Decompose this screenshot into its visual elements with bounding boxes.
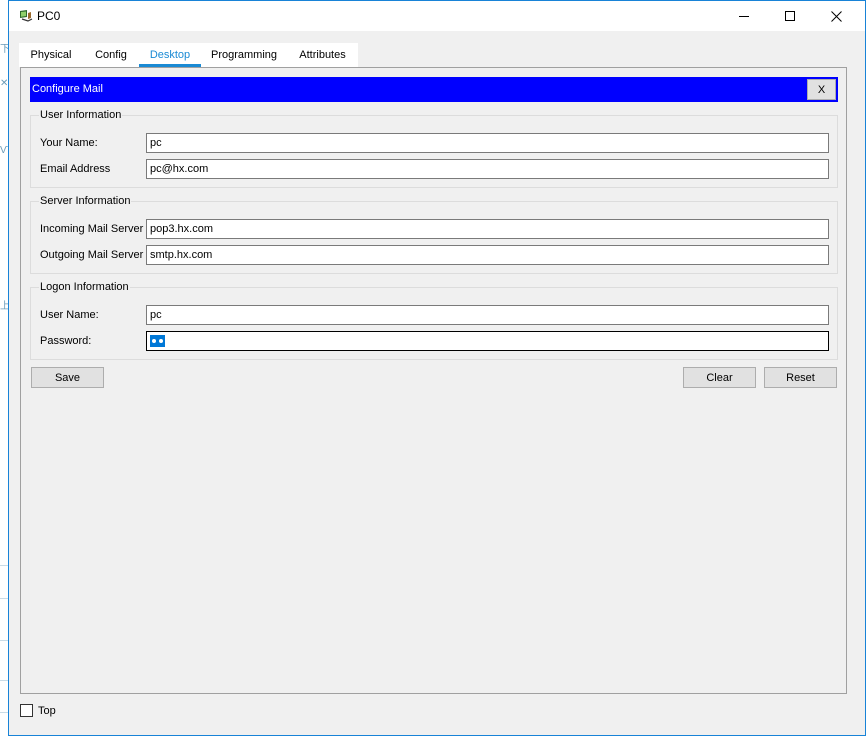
clear-button[interactable]: Clear [683, 367, 756, 388]
your-name-input[interactable]: pc [146, 133, 829, 153]
background-glyph: 下 [0, 44, 10, 55]
configure-mail-panel: Configure Mail X User Information Your N… [20, 67, 847, 694]
outgoing-mail-server-input[interactable]: smtp.hx.com [146, 245, 829, 265]
close-window-button[interactable] [813, 1, 859, 31]
background-glyph: 上 [0, 301, 10, 312]
background-app-edge: 下 ✕ Ѵ 上 [0, 0, 10, 739]
logon-information-legend: Logon Information [39, 281, 130, 293]
password-input[interactable] [146, 331, 829, 351]
maximize-button[interactable] [767, 1, 813, 31]
email-address-input[interactable]: pc@hx.com [146, 159, 829, 179]
email-address-label: Email Address [40, 163, 111, 175]
tab-desktop[interactable]: Desktop [139, 43, 201, 67]
title-bar[interactable]: PC0 [9, 1, 865, 31]
outgoing-mail-server-label: Outgoing Mail Server [40, 249, 144, 261]
pc0-window: PC0 Physical Config Desktop Programming … [8, 0, 866, 736]
tab-config[interactable]: Config [83, 43, 139, 67]
background-gridline [0, 712, 8, 713]
window-title: PC0 [37, 9, 61, 23]
your-name-label: Your Name: [40, 137, 98, 149]
dialog-title: Configure Mail [32, 83, 103, 95]
minimize-button[interactable] [721, 1, 767, 31]
tab-desktop-label: Desktop [149, 49, 191, 61]
background-gridline [0, 640, 8, 641]
password-mask-selection [150, 335, 165, 347]
background-glyph: Ѵ [0, 145, 9, 156]
background-gridline [0, 598, 8, 599]
background-gridline [0, 680, 8, 681]
top-checkbox[interactable] [20, 704, 33, 717]
incoming-mail-server-input[interactable]: pop3.hx.com [146, 219, 829, 239]
minimize-icon [739, 11, 749, 21]
password-mask-dot [159, 339, 163, 343]
maximize-icon [785, 11, 795, 21]
user-information-group: User Information Your Name: pc Email Add… [30, 109, 838, 188]
dialog-header: Configure Mail X [30, 77, 838, 102]
password-mask-dot [152, 339, 156, 343]
server-information-legend: Server Information [39, 195, 132, 207]
close-icon [830, 10, 842, 22]
incoming-mail-server-label: Incoming Mail Server [40, 223, 144, 235]
save-button[interactable]: Save [31, 367, 104, 388]
user-name-label: User Name: [40, 309, 99, 321]
password-label: Password: [40, 335, 92, 347]
tab-attributes[interactable]: Attributes [287, 43, 358, 67]
reset-button[interactable]: Reset [764, 367, 837, 388]
pc-device-icon [18, 9, 34, 23]
background-gridline [0, 565, 8, 566]
user-name-input[interactable]: pc [146, 305, 829, 325]
background-glyph: ✕ [0, 78, 9, 89]
tab-programming[interactable]: Programming [201, 43, 287, 67]
tab-physical[interactable]: Physical [19, 43, 83, 67]
close-dialog-button[interactable]: X [807, 79, 836, 100]
top-checkbox-label: Top [38, 705, 56, 717]
server-information-group: Server Information Incoming Mail Server … [30, 195, 838, 274]
user-information-legend: User Information [39, 109, 123, 121]
logon-information-group: Logon Information User Name: pc Password… [30, 281, 838, 360]
